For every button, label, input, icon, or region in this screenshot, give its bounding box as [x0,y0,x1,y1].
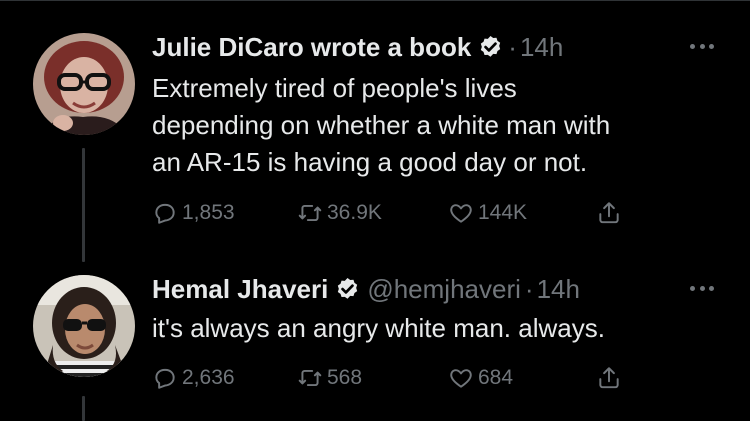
like-icon [450,204,472,223]
more-icon[interactable] [690,284,714,292]
author-name[interactable]: Julie DiCaro wrote a book [152,32,471,62]
action-bar: 1,853 36.9K 144K [152,197,652,229]
reply-button[interactable]: 1,853 [152,197,235,229]
like-count: 684 [478,366,514,389]
tweet-text: it's always an angry white man. always. [152,310,722,347]
share-icon [599,367,619,389]
author-name[interactable]: Hemal Jhaveri [152,274,328,304]
retweet-icon [298,204,322,222]
reply-button[interactable]: 2,636 [152,362,235,394]
like-button[interactable]: 684 [448,362,513,394]
reply-count: 2,636 [182,366,235,389]
tweet-text-line: depending on whether a white man with [152,110,611,140]
timestamp[interactable]: 14h [520,32,563,62]
retweet-button[interactable]: 568 [297,362,362,394]
avatar[interactable] [33,33,135,135]
verified-badge-icon [334,276,361,303]
retweet-count: 36.9K [327,201,382,224]
reply-count: 1,853 [182,201,235,224]
tweet-text-line: it's always an angry white man. always. [152,313,605,343]
like-button[interactable]: 144K [448,197,527,229]
author-handle[interactable]: @hemjhaveri [367,274,521,304]
thread-line [82,148,85,262]
avatar[interactable] [33,275,135,377]
thread-line [82,396,85,421]
tweet-text: Extremely tired of people's lives depend… [152,70,722,181]
like-icon [450,369,472,388]
tweet[interactable]: Julie DiCaro wrote a book · 14h Extremel… [0,0,750,262]
separator-dot: · [508,32,517,62]
tweet-text-line: an AR-15 is having a good day or not. [152,147,588,177]
retweet-count: 568 [327,366,363,389]
like-count: 144K [478,201,528,224]
action-bar: 2,636 568 684 [152,362,652,394]
reply-icon [155,368,175,389]
more-icon[interactable] [690,42,714,50]
verified-badge-icon [477,34,504,61]
tweet-text-line: Extremely tired of people's lives [152,73,517,103]
share-button[interactable] [596,197,626,229]
reply-icon [155,203,175,224]
tweet[interactable]: Hemal Jhaveri @hemjhaveri · 14h it's alw… [0,262,750,421]
retweet-button[interactable]: 36.9K [297,197,382,229]
share-button[interactable] [596,362,626,394]
timestamp[interactable]: 14h [537,274,580,304]
retweet-icon [298,369,322,387]
share-icon [599,202,619,224]
separator-dot: · [524,274,534,304]
